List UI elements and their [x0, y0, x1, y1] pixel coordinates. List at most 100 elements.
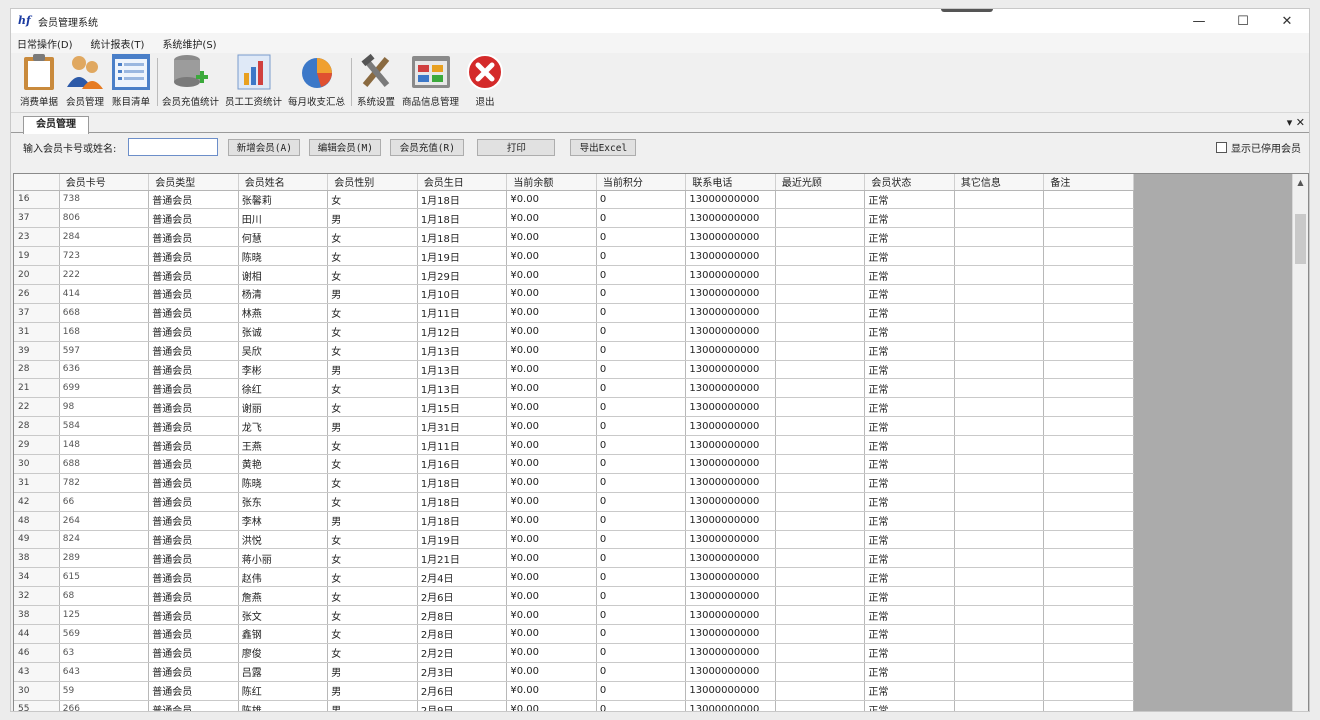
- table-cell[interactable]: 正常: [864, 454, 955, 474]
- table-cell[interactable]: 女: [327, 265, 418, 285]
- table-cell[interactable]: 吴欣: [238, 341, 329, 361]
- table-cell[interactable]: 13000000000: [685, 397, 776, 418]
- table-cell[interactable]: 男: [327, 662, 418, 682]
- table-cell[interactable]: ¥0.00: [506, 586, 597, 607]
- table-cell[interactable]: 13000000000: [685, 322, 776, 342]
- table-cell[interactable]: 正常: [864, 284, 955, 304]
- table-cell[interactable]: [775, 435, 866, 455]
- table-cell[interactable]: [1043, 190, 1134, 210]
- table-cell[interactable]: 詹燕: [238, 586, 329, 607]
- table-cell[interactable]: 13000000000: [685, 360, 776, 380]
- table-cell[interactable]: 女: [327, 322, 418, 342]
- table-cell[interactable]: [954, 284, 1045, 304]
- table-cell[interactable]: 张文: [238, 605, 329, 625]
- table-cell[interactable]: 0: [596, 322, 687, 342]
- toolbar-button-members[interactable]: 会员管理: [65, 54, 105, 112]
- table-cell[interactable]: [775, 605, 866, 625]
- table-cell[interactable]: [954, 246, 1045, 267]
- table-cell[interactable]: 李林: [238, 511, 329, 531]
- table-cell[interactable]: 0: [596, 341, 687, 361]
- table-cell[interactable]: 杨清: [238, 284, 329, 304]
- table-cell[interactable]: 1月18日: [417, 227, 508, 248]
- table-cell[interactable]: 龙飞: [238, 416, 329, 437]
- minimize-button[interactable]: —: [1177, 9, 1221, 33]
- table-cell[interactable]: 田川: [238, 208, 329, 229]
- table-cell[interactable]: ¥0.00: [506, 643, 597, 663]
- table-cell[interactable]: [954, 303, 1045, 323]
- table-cell[interactable]: 0: [596, 530, 687, 550]
- table-cell[interactable]: 廖俊: [238, 643, 329, 663]
- table-cell[interactable]: 2月8日: [417, 624, 508, 644]
- table-cell[interactable]: ¥0.00: [506, 265, 597, 285]
- table-cell[interactable]: 584: [59, 416, 150, 437]
- table-cell[interactable]: 569: [59, 624, 150, 644]
- table-cell[interactable]: 陈晓: [238, 246, 329, 267]
- export-excel-button[interactable]: 导出Excel: [570, 138, 637, 156]
- table-cell[interactable]: [1043, 227, 1134, 248]
- table-cell[interactable]: 普通会员: [148, 360, 239, 380]
- table-cell[interactable]: 0: [596, 586, 687, 607]
- table-cell[interactable]: 正常: [864, 681, 955, 701]
- table-row[interactable]: 30 688 普通会员 黄艳女 1月16日 ¥0.00 0 13000000000 正常: [14, 454, 1134, 474]
- column-header[interactable]: 当前余额: [506, 174, 597, 191]
- table-cell[interactable]: 蒋小丽: [238, 548, 329, 569]
- table-cell[interactable]: 125: [59, 605, 150, 625]
- column-header[interactable]: 当前积分: [596, 174, 687, 191]
- scroll-thumb[interactable]: [1295, 214, 1306, 264]
- table-cell[interactable]: 1月13日: [417, 341, 508, 361]
- table-cell[interactable]: 女: [327, 473, 418, 493]
- table-row[interactable]: 38 289 普通会员 蒋小丽女 1月21日 ¥0.00 0 13000000000 正常: [14, 548, 1134, 569]
- table-cell[interactable]: 13000000000: [685, 624, 776, 644]
- table-cell[interactable]: [954, 227, 1045, 248]
- table-cell[interactable]: [1043, 643, 1134, 663]
- tab-member-management[interactable]: 会员管理: [23, 116, 89, 134]
- table-cell[interactable]: 0: [596, 567, 687, 588]
- table-cell[interactable]: 正常: [864, 378, 955, 399]
- menu-daily[interactable]: 日常操作(D): [17, 36, 73, 51]
- show-disabled-checkbox[interactable]: [1216, 142, 1227, 153]
- table-row[interactable]: 30 59 普通会员 陈红男 2月6日 ¥0.00 0 13000000000 正常: [14, 681, 1134, 701]
- table-cell[interactable]: 正常: [864, 473, 955, 493]
- table-cell[interactable]: 13000000000: [685, 700, 776, 711]
- table-cell[interactable]: 0: [596, 227, 687, 248]
- table-cell[interactable]: [1043, 586, 1134, 607]
- table-row[interactable]: 19 723 普通会员 陈晓女 1月19日 ¥0.00 0 13000000000 正常: [14, 246, 1134, 267]
- table-cell[interactable]: ¥0.00: [506, 454, 597, 474]
- table-cell[interactable]: 2月6日: [417, 681, 508, 701]
- table-cell[interactable]: ¥0.00: [506, 208, 597, 229]
- table-cell[interactable]: 0: [596, 303, 687, 323]
- table-cell[interactable]: 王燕: [238, 435, 329, 455]
- table-cell[interactable]: [1043, 624, 1134, 644]
- table-cell[interactable]: 13000000000: [685, 303, 776, 323]
- table-cell[interactable]: 男: [327, 360, 418, 380]
- table-cell[interactable]: [775, 567, 866, 588]
- table-cell[interactable]: 0: [596, 643, 687, 663]
- table-cell[interactable]: 0: [596, 416, 687, 437]
- table-cell[interactable]: [954, 662, 1045, 682]
- table-cell[interactable]: 0: [596, 378, 687, 399]
- table-row[interactable]: 29 148 普通会员 王燕女 1月11日 ¥0.00 0 13000000000 正常: [14, 435, 1134, 455]
- table-cell[interactable]: 正常: [864, 208, 955, 229]
- table-cell[interactable]: 正常: [864, 341, 955, 361]
- table-cell[interactable]: 男: [327, 416, 418, 437]
- table-cell[interactable]: 1月19日: [417, 246, 508, 267]
- table-cell[interactable]: 13000000000: [685, 190, 776, 210]
- table-cell[interactable]: 普通会员: [148, 284, 239, 304]
- table-cell[interactable]: [954, 586, 1045, 607]
- table-cell[interactable]: 13000000000: [685, 681, 776, 701]
- table-cell[interactable]: 266: [59, 700, 150, 711]
- table-cell[interactable]: [954, 473, 1045, 493]
- table-cell[interactable]: 普通会员: [148, 662, 239, 682]
- toolbar-button-product-info[interactable]: 商品信息管理: [402, 54, 459, 112]
- table-cell[interactable]: [954, 190, 1045, 210]
- table-row[interactable]: 31 168 普通会员 张诚女 1月12日 ¥0.00 0 13000000000 正常: [14, 322, 1134, 342]
- table-cell[interactable]: 13000000000: [685, 548, 776, 569]
- table-row[interactable]: 48 264 普通会员 李林男 1月18日 ¥0.00 0 13000000000 正常: [14, 511, 1134, 531]
- table-cell[interactable]: 1月15日: [417, 397, 508, 418]
- table-cell[interactable]: [954, 511, 1045, 531]
- table-cell[interactable]: ¥0.00: [506, 700, 597, 711]
- table-cell[interactable]: 13000000000: [685, 530, 776, 550]
- table-cell[interactable]: [954, 265, 1045, 285]
- table-cell[interactable]: 13000000000: [685, 227, 776, 248]
- table-cell[interactable]: 女: [327, 454, 418, 474]
